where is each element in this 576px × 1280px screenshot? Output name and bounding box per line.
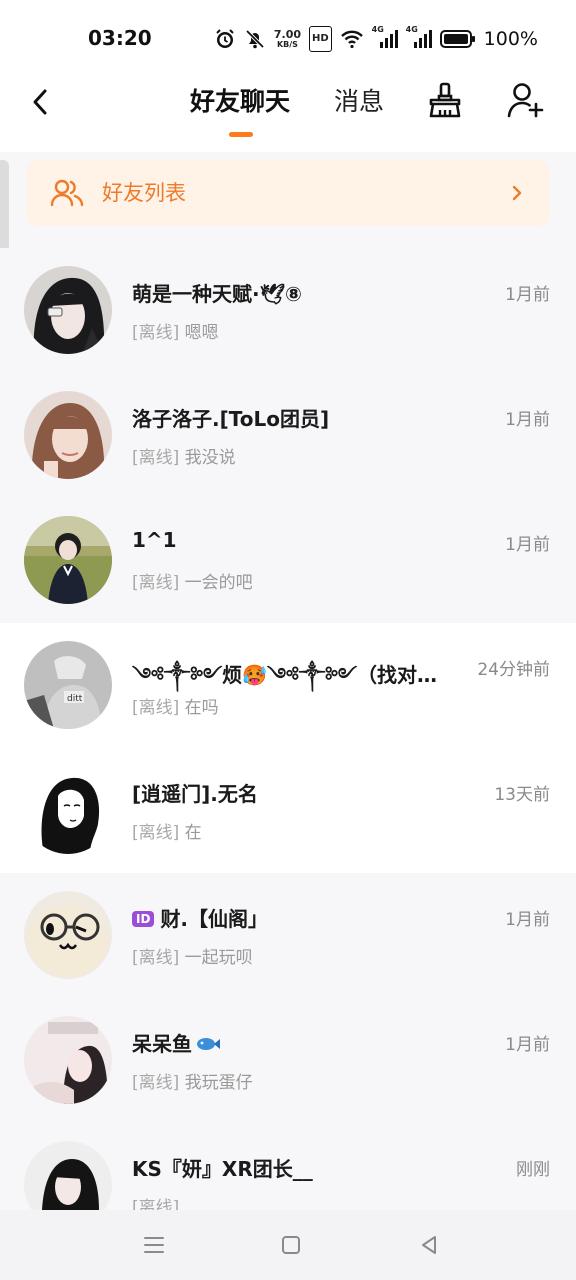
broom-icon	[429, 82, 461, 118]
chat-preview: [离线] 一会的吧	[132, 568, 253, 593]
chat-preview: [离线] 我没说	[132, 443, 236, 468]
recent-apps-button[interactable]	[139, 1230, 169, 1260]
chat-time: 13天前	[494, 785, 550, 805]
online-status: [离线]	[132, 573, 180, 593]
chat-list: 萌是一种天赋·🕊⑧ 1月前 [离线] 嗯嗯 洛子洛子.[ToLo团员] 1月前 …	[0, 248, 576, 1248]
online-status: [离线]	[132, 1073, 180, 1093]
screen: 03:20 7.00 KB/S HD 4G 4G 100% 好友聊天 消息 好友…	[0, 0, 576, 1280]
status-icons: 7.00 KB/S HD 4G 4G 100%	[214, 25, 538, 52]
last-message: 一会的吧	[184, 573, 253, 593]
back-button[interactable]	[22, 84, 58, 120]
friends-icon	[50, 179, 84, 207]
chat-preview: [离线] 一起玩呗	[132, 943, 253, 968]
chat-row[interactable]: ditt ༺༒༻烦🥵༺༒༻（找对… 24分钟前 [离线] 在吗	[0, 623, 576, 748]
chat-row[interactable]: ID 财.【仙阁」 1月前 [离线] 一起玩呗	[0, 873, 576, 998]
battery-icon	[439, 27, 476, 51]
avatar	[24, 766, 112, 854]
last-message: 在吗	[184, 698, 219, 718]
signal-icon-1: 4G	[371, 25, 398, 51]
add-friend-button[interactable]	[506, 80, 546, 120]
chat-name-text: 呆呆鱼	[132, 1032, 192, 1056]
online-status: [离线]	[132, 448, 180, 468]
chat-row[interactable]: 萌是一种天赋·🕊⑧ 1月前 [离线] 嗯嗯	[0, 248, 576, 373]
friend-list-label: 好友列表	[102, 181, 186, 205]
online-status: [离线]	[132, 948, 180, 968]
status-bar: 03:20 7.00 KB/S HD 4G 4G 100%	[0, 0, 576, 76]
clean-button[interactable]	[425, 80, 465, 120]
last-message: 嗯嗯	[184, 323, 219, 343]
banner-area: 好友列表	[0, 152, 576, 248]
online-status: [离线]	[132, 323, 180, 343]
chat-name: 洛子洛子.[ToLo团员]	[132, 407, 330, 431]
chat-time: 1月前	[505, 1035, 550, 1055]
chevron-right-icon	[512, 185, 522, 201]
chat-time: 1月前	[505, 285, 550, 305]
signal-label-1: 4G	[371, 25, 384, 34]
chat-preview: [离线] 我玩蛋仔	[132, 1068, 253, 1093]
chat-name-text: 财.【仙阁」	[160, 907, 269, 931]
alarm-icon	[214, 27, 236, 51]
last-message: 我玩蛋仔	[184, 1073, 253, 1093]
avatar	[24, 266, 112, 354]
wifi-icon	[340, 27, 364, 51]
chat-name: ID 财.【仙阁」	[132, 903, 268, 932]
chat-row[interactable]: 洛子洛子.[ToLo团员] 1月前 [离线] 我没说	[0, 373, 576, 498]
fish-icon	[197, 1038, 220, 1050]
online-status: [离线]	[132, 698, 180, 718]
avatar	[24, 516, 112, 604]
chat-time: 1月前	[505, 910, 550, 930]
header: 好友聊天 消息	[0, 76, 576, 152]
avatar: ditt	[24, 641, 112, 729]
signal-label-2: 4G	[405, 25, 418, 34]
last-message: 我没说	[184, 448, 236, 468]
battery-percent: 100%	[483, 28, 538, 50]
square-icon	[282, 1236, 300, 1254]
chat-name: 呆呆鱼	[132, 1028, 220, 1057]
svg-text:ditt: ditt	[67, 694, 83, 704]
friend-list-banner[interactable]: 好友列表	[26, 160, 550, 226]
avatar	[24, 391, 112, 479]
tab-messages[interactable]: 消息	[334, 82, 384, 118]
chat-preview: [离线] 在吗	[132, 693, 219, 718]
net-speed-unit: KB/S	[276, 40, 298, 49]
triangle-back-icon	[422, 1236, 436, 1254]
signal-icon-2: 4G	[405, 25, 432, 51]
chat-time: 1月前	[505, 535, 550, 555]
mute-bell-icon	[244, 27, 266, 51]
chat-row[interactable]: 呆呆鱼 1月前 [离线] 我玩蛋仔	[0, 998, 576, 1123]
chat-row[interactable]: [逍遥门].无名 13天前 [离线] 在	[0, 748, 576, 873]
system-back-button[interactable]	[414, 1230, 444, 1260]
back-arrow-icon	[33, 89, 47, 115]
chat-name: KS『妍』XR团长__	[132, 1157, 313, 1181]
last-message: 一起玩呗	[184, 948, 253, 968]
add-user-icon	[507, 83, 544, 118]
system-nav-bar	[0, 1210, 576, 1280]
online-status: [离线]	[132, 823, 180, 843]
menu-icon	[144, 1237, 164, 1253]
avatar	[24, 891, 112, 979]
chat-preview: [离线] 在	[132, 818, 202, 843]
chat-name: 萌是一种天赋·🕊⑧	[132, 282, 302, 306]
chat-time: 24分钟前	[477, 660, 550, 680]
id-badge: ID	[132, 911, 155, 927]
net-speed: 7.00 KB/S	[274, 27, 301, 51]
last-message: 在	[184, 823, 202, 843]
status-time: 03:20	[88, 26, 152, 50]
chat-preview: [离线] 嗯嗯	[132, 318, 219, 343]
active-tab-indicator	[229, 132, 253, 137]
chat-name: 1^1	[132, 528, 177, 552]
chat-row[interactable]: 1^1 1月前 [离线] 一会的吧	[0, 498, 576, 623]
chat-name: [逍遥门].无名	[132, 782, 258, 806]
tab-friend-chat[interactable]: 好友聊天	[190, 82, 290, 118]
net-speed-value: 7.00	[273, 28, 301, 41]
hd-badge: HD	[309, 26, 332, 52]
avatar	[24, 1016, 112, 1104]
chat-time: 刚刚	[516, 1160, 550, 1180]
home-button[interactable]	[276, 1230, 306, 1260]
chat-time: 1月前	[505, 410, 550, 430]
